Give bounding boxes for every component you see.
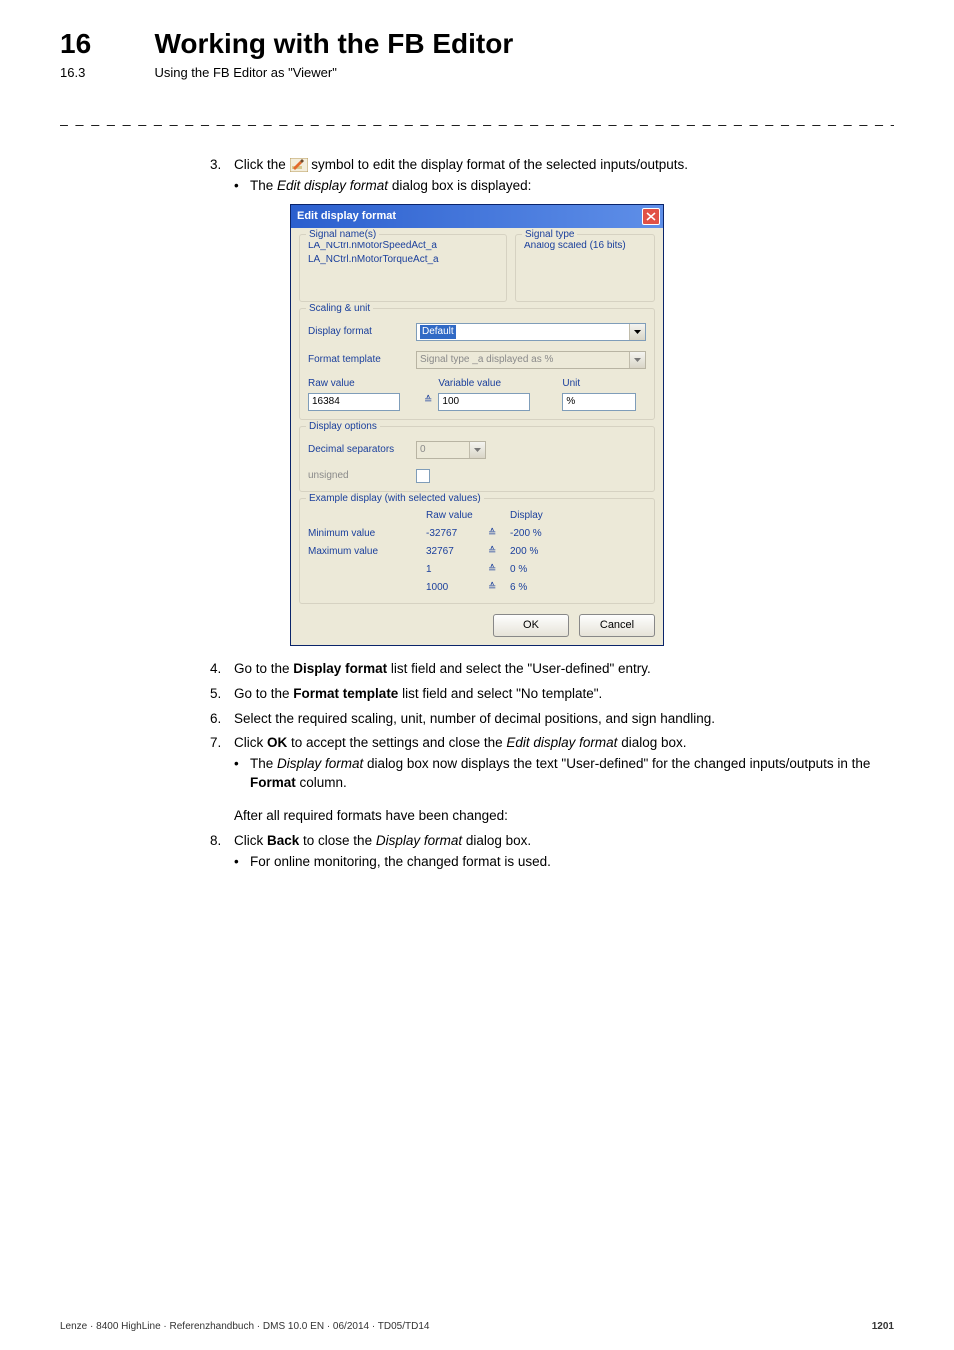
- example-row-label: [308, 563, 426, 577]
- step5-pre: Go to the: [234, 686, 293, 701]
- step3-bullet-em: Edit display format: [277, 178, 388, 193]
- chevron-down-icon: [629, 352, 645, 368]
- step4-pre: Go to the: [234, 661, 293, 676]
- format-template-value: Signal type _a displayed as %: [420, 353, 553, 367]
- variable-value-label: Variable value: [438, 377, 556, 391]
- equals-icon: ≙: [488, 545, 510, 559]
- display-options-legend: Display options: [306, 420, 380, 434]
- ok-button[interactable]: OK: [493, 614, 569, 637]
- unsigned-label: unsigned: [308, 469, 416, 483]
- equals-icon: ≙: [488, 563, 510, 577]
- equals-icon: ≙: [424, 394, 432, 411]
- unit-label: Unit: [562, 377, 642, 391]
- decimal-separators-value: 0: [420, 443, 426, 457]
- dialog-title: Edit display format: [297, 209, 396, 224]
- step6-text: Select the required scaling, unit, numbe…: [234, 710, 894, 729]
- decimal-separators-combo[interactable]: 0: [416, 441, 486, 459]
- edit-display-format-dialog: Edit display format Signal name(s) LA_NC…: [290, 204, 664, 646]
- example-row-label: [308, 581, 426, 595]
- step4-post: list field and select the "User-defined"…: [387, 661, 651, 676]
- format-template-combo[interactable]: Signal type _a displayed as %: [416, 351, 646, 369]
- step7-bullet-pre: The: [250, 756, 277, 771]
- step7-pre: Click: [234, 735, 267, 750]
- example-display-legend: Example display (with selected values): [306, 492, 484, 506]
- example-row-disp: 0 %: [510, 563, 570, 577]
- example-row-disp: 200 %: [510, 545, 570, 559]
- step-number: 6.: [210, 710, 234, 729]
- equals-icon: ≙: [488, 581, 510, 595]
- example-row-label: Maximum value: [308, 545, 426, 559]
- chapter-title: Working with the FB Editor: [154, 28, 513, 60]
- bullet-dot: •: [234, 177, 250, 196]
- step7-post: dialog box.: [617, 735, 686, 750]
- step7-em: Edit display format: [506, 735, 617, 750]
- separator-line: _ _ _ _ _ _ _ _ _ _ _ _ _ _ _ _ _ _ _ _ …: [60, 110, 894, 126]
- edit-pencil-icon: [290, 158, 308, 172]
- display-format-value: Default: [420, 325, 456, 339]
- step8-bullet: For online monitoring, the changed forma…: [250, 853, 551, 872]
- variable-value-input[interactable]: 100: [438, 393, 530, 411]
- step-number: 5.: [210, 685, 234, 704]
- step8-post: dialog box.: [462, 833, 531, 848]
- step3-pre: Click the: [234, 157, 290, 172]
- chevron-down-icon: [469, 442, 485, 458]
- signal-type-legend: Signal type: [522, 228, 577, 242]
- example-row-raw: 1000: [426, 581, 488, 595]
- scaling-unit-legend: Scaling & unit: [306, 302, 373, 316]
- step5-post: list field and select "No template".: [398, 686, 602, 701]
- step8-bold: Back: [267, 833, 299, 848]
- step7-bullet-bold: Format: [250, 775, 296, 790]
- example-row-raw: -32767: [426, 527, 488, 541]
- step7-bullet-post: column.: [296, 775, 347, 790]
- step8-em: Display format: [376, 833, 462, 848]
- step7-bullet-em: Display format: [277, 756, 363, 771]
- example-row-raw: 32767: [426, 545, 488, 559]
- step3-post: symbol to edit the display format of the…: [311, 157, 688, 172]
- raw-value-input[interactable]: 16384: [308, 393, 400, 411]
- step3-bullet-post: dialog box is displayed:: [392, 178, 532, 193]
- step5-bold: Format template: [293, 686, 398, 701]
- example-row-disp: -200 %: [510, 527, 570, 541]
- step-number: 7.: [210, 734, 234, 793]
- chapter-number: 16: [60, 28, 150, 60]
- section-number: 16.3: [60, 65, 150, 80]
- raw-value-label: Raw value: [308, 377, 418, 391]
- display-format-label: Display format: [308, 325, 416, 339]
- footer-left: Lenze · 8400 HighLine · Referenzhandbuch…: [60, 1321, 429, 1332]
- chevron-down-icon: [629, 324, 645, 340]
- step-number: 3.: [210, 156, 234, 196]
- page-number: 1201: [872, 1321, 894, 1332]
- decimal-separators-label: Decimal separators: [308, 443, 416, 457]
- unit-input[interactable]: %: [562, 393, 636, 411]
- signal-name-row: LA_NCtrl.nMotorTorqueAct_a: [308, 253, 498, 267]
- format-template-label: Format template: [308, 353, 416, 367]
- section-title: Using the FB Editor as "Viewer": [154, 65, 336, 80]
- close-button[interactable]: [642, 208, 660, 225]
- step-number: 8.: [210, 832, 234, 872]
- step3-bullet-pre: The: [250, 178, 277, 193]
- example-row-disp: 6 %: [510, 581, 570, 595]
- step8-mid: to close the: [299, 833, 376, 848]
- example-row-raw: 1: [426, 563, 488, 577]
- signal-names-legend: Signal name(s): [306, 228, 379, 242]
- unsigned-checkbox[interactable]: [416, 469, 430, 483]
- display-format-combo[interactable]: Default: [416, 323, 646, 341]
- example-col-raw: Raw value: [426, 509, 488, 523]
- step4-bold: Display format: [293, 661, 387, 676]
- bullet-dot: •: [234, 755, 250, 793]
- step-number: 4.: [210, 660, 234, 679]
- step7-bold: OK: [267, 735, 287, 750]
- close-icon: [646, 212, 656, 221]
- example-col-display: Display: [510, 509, 570, 523]
- step7-mid: to accept the settings and close the: [287, 735, 506, 750]
- step8-pre: Click: [234, 833, 267, 848]
- bullet-dot: •: [234, 853, 250, 872]
- equals-icon: ≙: [488, 527, 510, 541]
- step7-bullet-mid: dialog box now displays the text "User-d…: [363, 756, 870, 771]
- after-note: After all required formats have been cha…: [234, 807, 894, 826]
- example-row-label: Minimum value: [308, 527, 426, 541]
- cancel-button[interactable]: Cancel: [579, 614, 655, 637]
